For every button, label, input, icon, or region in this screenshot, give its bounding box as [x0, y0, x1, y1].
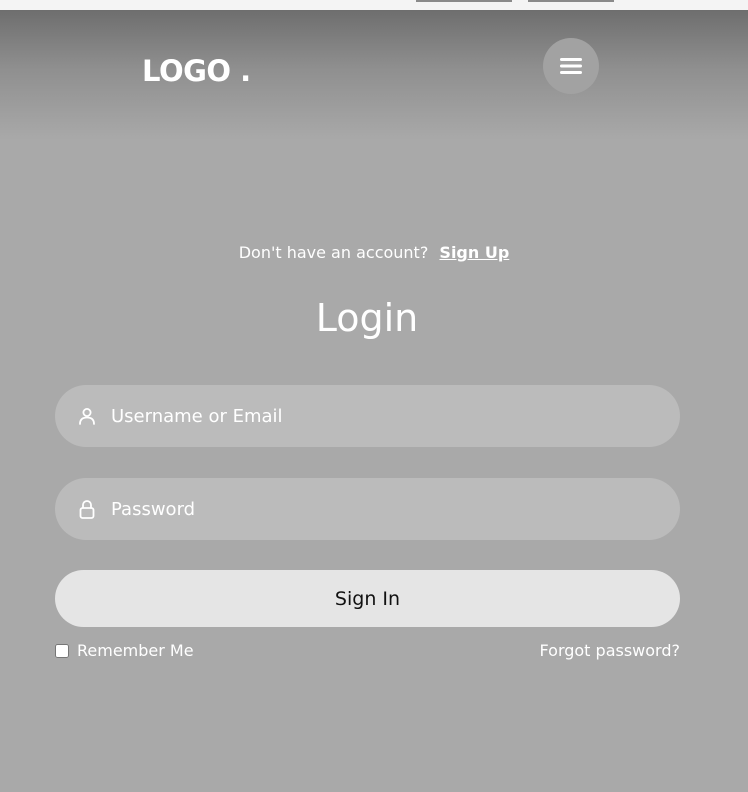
remember-me[interactable]: Remember Me [55, 641, 194, 660]
password-field[interactable] [55, 478, 680, 540]
strip-tab [528, 0, 614, 2]
signup-link[interactable]: Sign Up [439, 243, 509, 262]
sign-in-button[interactable]: Sign In [55, 570, 680, 627]
menu-button[interactable] [543, 38, 599, 94]
remember-me-checkbox[interactable] [55, 643, 69, 658]
strip-tab [416, 0, 512, 2]
logo[interactable]: LOGO . [142, 54, 251, 88]
hamburger-menu-icon [560, 58, 582, 74]
username-input[interactable] [111, 385, 680, 447]
username-field[interactable] [55, 385, 680, 447]
password-input[interactable] [111, 478, 680, 540]
signup-prompt: Don't have an account? Sign Up [0, 243, 748, 262]
page-title: Login [315, 296, 419, 340]
signup-question: Don't have an account? [238, 243, 429, 262]
remember-me-label: Remember Me [77, 641, 194, 660]
forgot-password-link[interactable]: Forgot password? [540, 641, 680, 660]
user-icon [77, 406, 97, 426]
lock-icon [77, 499, 97, 519]
browser-top-strip [0, 0, 748, 10]
site-header: LOGO . [0, 10, 748, 140]
